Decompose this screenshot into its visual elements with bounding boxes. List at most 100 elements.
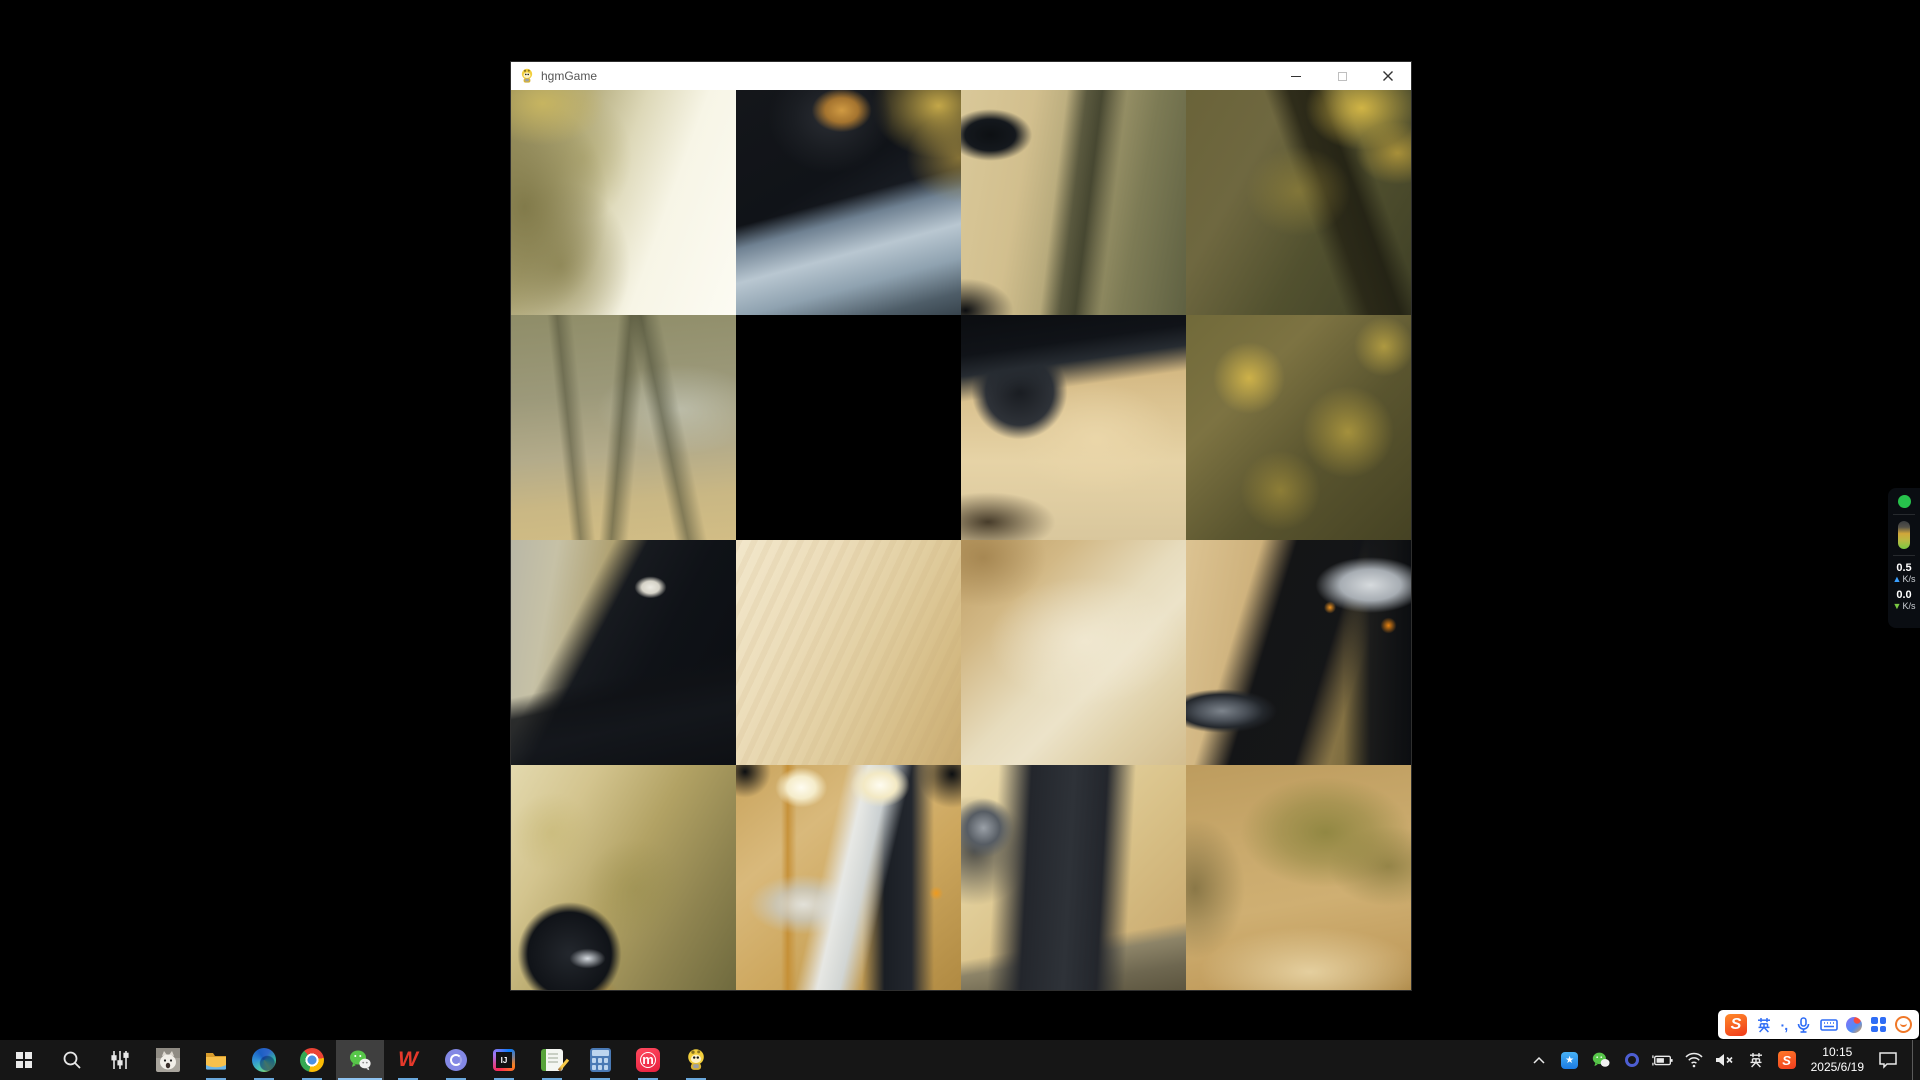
- tim-star-icon: ★: [1561, 1052, 1578, 1069]
- puzzle-tile-r0c3[interactable]: [1186, 90, 1411, 315]
- battery-charging-icon: [1652, 1052, 1674, 1068]
- koopa-game-icon: [684, 1048, 708, 1072]
- action-center-button[interactable]: [1877, 1049, 1899, 1071]
- download-speed-value: 0.0: [1893, 589, 1916, 601]
- taskbar-item-ring-app[interactable]: [432, 1040, 480, 1080]
- net-speed-widget[interactable]: 0.5 ▲K/s 0.0 ▼K/s: [1888, 488, 1920, 628]
- meter-capsule-icon: [1898, 521, 1910, 549]
- ring-tray-icon: [1625, 1053, 1639, 1067]
- ime-mode-cn-icon: [1748, 1052, 1764, 1068]
- ime-emoji-icon[interactable]: [1895, 1016, 1912, 1033]
- puzzle-tile-r0c1[interactable]: [736, 90, 961, 315]
- notification-icon: [1878, 1051, 1898, 1069]
- puzzle-tile-r1c0[interactable]: [511, 315, 736, 540]
- show-desktop-button[interactable]: [1912, 1040, 1918, 1080]
- clock-date: 2025/6/19: [1811, 1060, 1864, 1075]
- wechat-icon: [348, 1048, 372, 1072]
- download-speed-unit: K/s: [1902, 601, 1915, 612]
- title-bar[interactable]: hgmGame: [511, 62, 1411, 90]
- tray-expand-button[interactable]: [1528, 1049, 1550, 1071]
- download-arrow-icon: ▼: [1893, 601, 1902, 612]
- ime-toolbar: S ·,: [1718, 1010, 1919, 1039]
- puzzle-tile-empty: [736, 315, 961, 540]
- sliders-icon: [109, 1049, 131, 1071]
- wechat-tray-icon: [1591, 1051, 1611, 1069]
- taskbar-item-chrome[interactable]: [288, 1040, 336, 1080]
- minimize-icon: [1291, 76, 1301, 77]
- puzzle-tile-r3c3[interactable]: [1186, 765, 1411, 990]
- puzzle-tile-r3c2[interactable]: [961, 765, 1186, 990]
- taskbar-clock[interactable]: 10:15 2025/6/19: [1807, 1045, 1868, 1075]
- tray-wifi[interactable]: [1683, 1049, 1705, 1071]
- intellij-icon: IJ: [493, 1049, 515, 1071]
- sogou-tray-icon: S: [1778, 1051, 1796, 1069]
- maximize-icon: [1338, 72, 1347, 81]
- close-icon: [1382, 70, 1394, 82]
- cat-photo-icon: [156, 1048, 180, 1072]
- puzzle-tile-r2c1[interactable]: [736, 540, 961, 765]
- close-button[interactable]: [1365, 62, 1411, 90]
- puzzle-tile-r0c0[interactable]: [511, 90, 736, 315]
- taskbar-item-hgmgame[interactable]: [672, 1040, 720, 1080]
- clock-time: 10:15: [1811, 1045, 1864, 1060]
- edge-icon: [252, 1048, 276, 1072]
- puzzle-tile-r3c1[interactable]: [736, 765, 961, 990]
- tray-battery[interactable]: [1652, 1049, 1674, 1071]
- taskbar-item-calculator[interactable]: [576, 1040, 624, 1080]
- status-dot-icon: [1898, 495, 1911, 508]
- chrome-icon: [300, 1048, 324, 1072]
- puzzle-tile-r2c2[interactable]: [961, 540, 1186, 765]
- game-window: hgmGame: [510, 61, 1412, 991]
- taskbar-item-mumu[interactable]: m: [624, 1040, 672, 1080]
- folder-icon: [204, 1048, 228, 1072]
- ime-punctuation-icon[interactable]: ·,: [1781, 1017, 1788, 1033]
- start-button[interactable]: [0, 1040, 48, 1080]
- windows-logo-icon: [16, 1052, 32, 1068]
- puzzle-tile-r1c3[interactable]: [1186, 315, 1411, 540]
- ring-app-icon: [445, 1049, 467, 1071]
- puzzle-tile-r2c0[interactable]: [511, 540, 736, 765]
- puzzle-tile-r0c2[interactable]: [961, 90, 1186, 315]
- mumu-icon: m: [636, 1048, 660, 1072]
- taskbar-item-intellij[interactable]: IJ: [480, 1040, 528, 1080]
- tray-sogou[interactable]: S: [1776, 1049, 1798, 1071]
- speaker-muted-icon: [1714, 1052, 1736, 1068]
- wps-icon: W: [398, 1048, 418, 1072]
- tray-wechat[interactable]: [1590, 1049, 1612, 1071]
- keyboard-icon[interactable]: [1820, 1018, 1838, 1032]
- upload-speed-value: 0.5: [1893, 562, 1916, 574]
- upload-arrow-icon: ▲: [1893, 574, 1902, 585]
- wifi-icon: [1684, 1052, 1704, 1068]
- maximize-button: [1319, 62, 1365, 90]
- taskbar: W IJ m: [0, 1040, 1920, 1080]
- chevron-up-icon: [1532, 1055, 1546, 1065]
- puzzle-board: [511, 90, 1411, 990]
- window-title: hgmGame: [541, 69, 1273, 83]
- ime-language-mode-icon[interactable]: [1756, 1017, 1772, 1033]
- taskbar-item-wechat[interactable]: [336, 1040, 384, 1080]
- tray-tim[interactable]: ★: [1559, 1049, 1581, 1071]
- taskbar-item-edge[interactable]: [240, 1040, 288, 1080]
- taskbar-item-cat-app[interactable]: [144, 1040, 192, 1080]
- puzzle-tile-r1c2[interactable]: [961, 315, 1186, 540]
- microphone-icon[interactable]: [1796, 1017, 1811, 1033]
- minimize-button[interactable]: [1273, 62, 1319, 90]
- taskbar-item-wps[interactable]: W: [384, 1040, 432, 1080]
- ime-skin-icon[interactable]: [1846, 1017, 1862, 1033]
- notepad-pencil-icon: [541, 1049, 563, 1071]
- ime-toolbox-icon[interactable]: [1871, 1017, 1886, 1032]
- tray-volume[interactable]: [1714, 1049, 1736, 1071]
- upload-speed-unit: K/s: [1902, 574, 1915, 585]
- taskbar-search-button[interactable]: [48, 1040, 96, 1080]
- search-icon: [61, 1049, 83, 1071]
- puzzle-tile-r2c3[interactable]: [1186, 540, 1411, 765]
- tray-ring-app[interactable]: [1621, 1049, 1643, 1071]
- taskbar-item-notes[interactable]: [528, 1040, 576, 1080]
- calculator-icon: [590, 1048, 611, 1072]
- tray-ime-mode[interactable]: [1745, 1049, 1767, 1071]
- task-view-button[interactable]: [96, 1040, 144, 1080]
- puzzle-tile-r3c0[interactable]: [511, 765, 736, 990]
- taskbar-item-file-explorer[interactable]: [192, 1040, 240, 1080]
- sogou-logo-icon[interactable]: S: [1725, 1014, 1747, 1036]
- app-koopa-icon: [519, 68, 535, 84]
